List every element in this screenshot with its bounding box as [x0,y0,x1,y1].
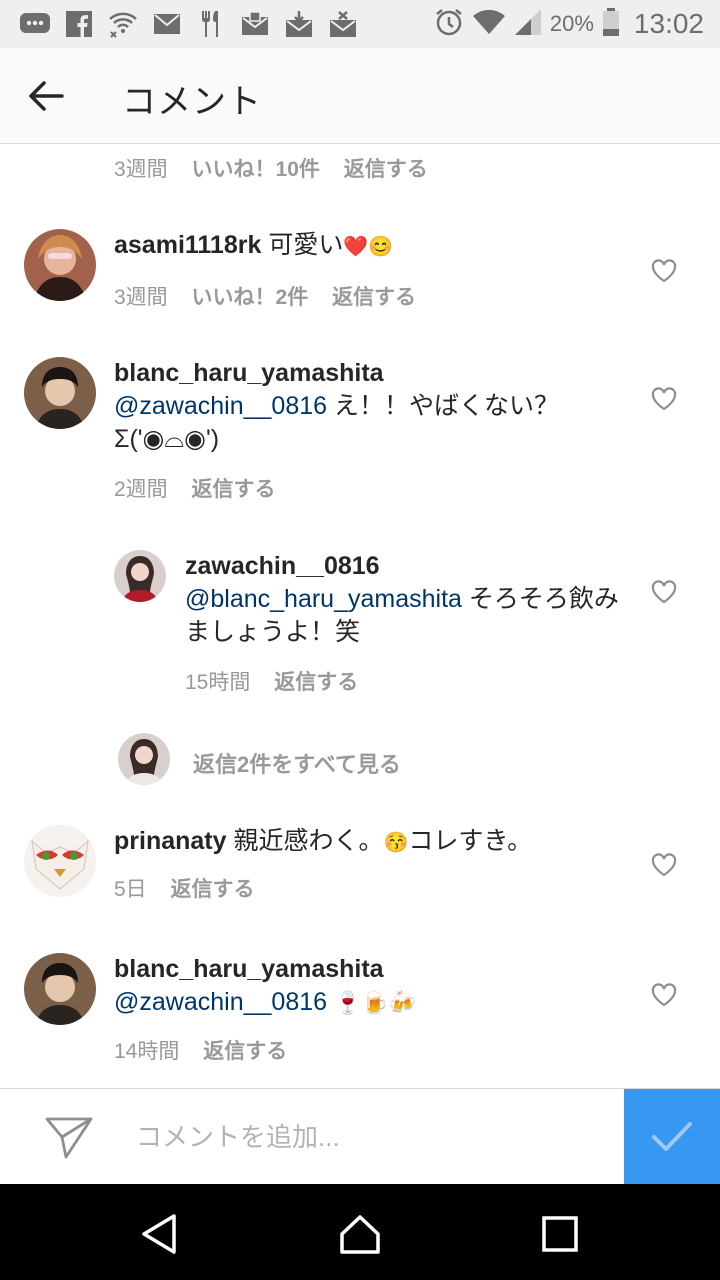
page-title: コメント [122,83,262,121]
back-arrow-icon [29,81,64,111]
comment-time: 3週間 [114,158,168,181]
post-button[interactable] [624,1089,720,1185]
comment-item: blanc_haru_yamashita @zawachin__0816 🍷🍺🍻… [0,953,720,1073]
reply-button[interactable]: 返信する [344,158,428,181]
avatar[interactable] [24,357,96,429]
mail-x-icon [326,9,360,39]
navigation-bar [0,1184,720,1280]
nav-back-icon[interactable] [138,1212,182,1256]
clock: 13:02 [633,8,704,39]
heart-icon[interactable] [650,578,678,606]
direct-send-icon[interactable] [44,1113,94,1161]
comment-text: 可愛い [261,231,344,259]
signal-icon [514,8,542,40]
heart-icon[interactable] [650,981,678,1009]
avatar[interactable] [118,733,170,785]
comment-username[interactable]: zawachin__0816 [185,552,380,580]
reply-button[interactable]: 返信する [274,671,358,694]
comment-item: blanc_haru_yamashita @zawachin__0816 え！！… [0,357,720,507]
comment-username[interactable]: blanc_haru_yamashita [114,359,384,387]
back-button[interactable] [24,74,68,118]
notification-icons [18,8,360,40]
mail-alert-icon [238,9,272,39]
comment-time: 2週間 [114,478,168,501]
comment-username[interactable]: prinanaty [114,827,227,855]
wifi-icon [472,8,506,40]
comment-item: prinanaty 親近感わく。😚コレすき。 5日 返信する [0,825,720,915]
app-bar: コメント [0,48,720,144]
mention-link[interactable]: @blanc_haru_yamashita [185,585,462,613]
comment-time: 3週間 [114,286,168,309]
reply-item: zawachin__0816 @blanc_haru_yamashita そろそ… [0,550,720,700]
nav-home-icon[interactable] [338,1212,382,1256]
comment-meta: 5日 返信する [114,873,273,903]
status-bar: 20% 13:02 [0,0,720,48]
comment-body: zawachin__0816 @blanc_haru_yamashita そろそ… [185,550,625,649]
comment-input[interactable] [136,1115,606,1159]
comment-meta: 14時間 返信する [114,1035,305,1065]
comment-body: asami1118rk 可愛い❤️😊 [114,229,634,264]
heart-icon[interactable] [650,257,678,285]
nav-recents-icon[interactable] [538,1212,582,1256]
mention-link[interactable]: @zawachin__0816 [114,988,327,1016]
alarm-icon [434,7,464,41]
comment-time: 5日 [114,878,147,901]
battery-percent: 20% [549,11,594,36]
restaurant-icon [194,9,228,39]
reply-button[interactable]: 返信する [171,878,255,901]
comment-meta: 3週間 いいね！2件 返信する [114,281,434,311]
download-mail-icon [282,9,316,39]
heart-icon[interactable] [650,851,678,879]
comment-composer [0,1088,720,1185]
comment-list[interactable]: 3週間 いいね！10件 返信する asami1118rk 可愛い❤️😊 3週間 … [0,145,720,1088]
view-all-replies-button[interactable]: 返信2件をすべて見る [193,747,401,779]
battery-icon [602,7,620,41]
comment-body: prinanaty 親近感わく。😚コレすき。 [114,825,634,860]
comment-meta: 3週間 いいね！10件 返信する [114,153,446,183]
mail-icon [150,9,184,39]
comment-meta: 15時間 返信する [185,666,376,696]
comment-emoji: 😚 [383,832,409,854]
reply-button[interactable]: 返信する [203,1040,287,1063]
comment-username[interactable]: blanc_haru_yamashita [114,955,384,983]
comment-username[interactable]: asami1118rk [114,231,261,259]
comment-text-2: コレすき。 [408,827,533,855]
comment-meta: 2週間 返信する [114,473,294,503]
comment-emoji: ❤️😊 [343,236,394,258]
comment-text: 親近感わく。 [226,827,384,855]
facebook-icon [62,9,96,39]
avatar[interactable] [24,825,96,897]
comment-body: blanc_haru_yamashita @zawachin__0816 🍷🍺🍻 [114,953,624,1019]
avatar[interactable] [114,550,166,602]
avatar[interactable] [24,953,96,1025]
avatar[interactable] [24,229,96,301]
checkmark-icon [652,1122,692,1151]
mention-link[interactable]: @zawachin__0816 [114,392,327,420]
chat-icon [18,9,52,39]
wifi-off-icon [106,9,140,39]
heart-icon[interactable] [650,385,678,413]
comment-emoji: 🍷🍺🍻 [333,990,417,1015]
reply-button[interactable]: 返信する [192,478,276,501]
comment-item: asami1118rk 可愛い❤️😊 3週間 いいね！2件 返信する [0,229,720,319]
comment-time: 15時間 [185,671,251,694]
comment-body: blanc_haru_yamashita @zawachin__0816 え！！… [114,357,624,456]
system-icons: 20% 13:02 [434,6,704,42]
comment-time: 14時間 [114,1040,180,1063]
like-count[interactable]: いいね！10件 [192,158,320,181]
reply-button[interactable]: 返信する [332,286,416,309]
like-count[interactable]: いいね！2件 [192,286,309,309]
